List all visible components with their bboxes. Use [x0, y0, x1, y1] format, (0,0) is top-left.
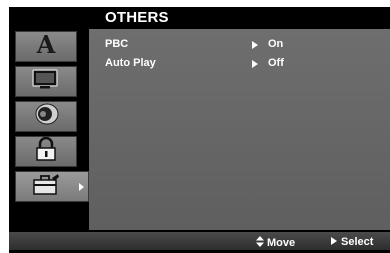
- setting-value: Off: [268, 57, 284, 69]
- move-label: Move: [267, 237, 296, 249]
- tab-lock[interactable]: [15, 136, 77, 167]
- speaker-icon: [31, 102, 61, 131]
- up-down-arrows-icon: [256, 236, 264, 250]
- tab-others[interactable]: [15, 171, 89, 202]
- others-toolbox-icon: [30, 172, 62, 201]
- right-arrow-icon: [331, 237, 337, 245]
- setting-label: Auto Play: [105, 57, 156, 69]
- settings-panel: PBC On Auto Play Off: [89, 29, 390, 230]
- setting-row-pbc[interactable]: PBC On: [105, 38, 385, 54]
- setting-row-auto-play[interactable]: Auto Play Off: [105, 57, 385, 73]
- footer-hint-bar: Move Select: [9, 230, 390, 253]
- setting-value: On: [268, 38, 284, 50]
- font-letter-icon: A: [33, 30, 59, 61]
- footer-strip: Move Select: [9, 232, 390, 250]
- title-bar: OTHERS: [89, 7, 390, 29]
- padlock-icon: [33, 136, 59, 167]
- dvd-setup-menu: OTHERS A PBC On Auto Play Off Move Selec…: [9, 7, 390, 253]
- setting-label: PBC: [105, 38, 129, 50]
- active-tab-arrow-icon: [79, 183, 84, 191]
- select-label: Select: [341, 236, 374, 248]
- category-sidebar: A: [9, 29, 89, 230]
- right-arrow-icon: [252, 41, 258, 49]
- tab-display[interactable]: [15, 66, 77, 97]
- tab-language[interactable]: A: [15, 30, 77, 62]
- select-hint: Select: [331, 236, 373, 248]
- tv-screen-icon: [31, 68, 61, 95]
- right-arrow-icon: [252, 60, 258, 68]
- svg-text:A: A: [36, 32, 56, 56]
- tab-audio[interactable]: [15, 101, 77, 132]
- menu-title: OTHERS: [105, 9, 169, 26]
- move-hint: Move: [256, 236, 295, 250]
